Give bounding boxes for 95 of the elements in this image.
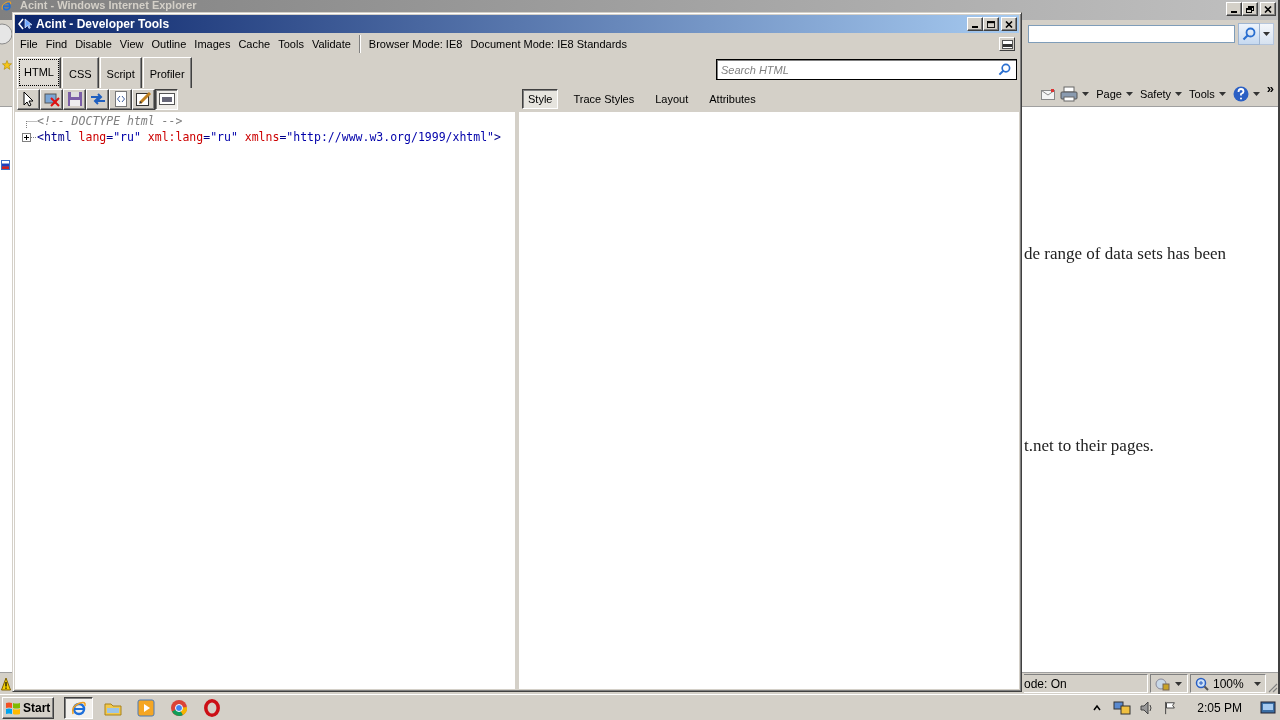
menu-item[interactable]: Validate [307,35,355,53]
printer-icon [1060,86,1079,102]
menu-item[interactable]: File [16,35,42,53]
restore-icon [1246,5,1254,13]
menu-item[interactable]: Disable [71,35,116,53]
arrow-cursor-icon [18,18,32,30]
menu-item[interactable]: Find [41,35,72,53]
page-code-icon [112,91,129,107]
restore-button[interactable] [1242,2,1258,16]
network-icon[interactable] [1113,699,1132,716]
search-icon[interactable] [998,63,1011,76]
zoom-icon [1195,676,1209,691]
caret-icon [1175,681,1182,686]
pane-tab[interactable]: Trace Styles [567,89,641,109]
desktop-icon[interactable] [1260,699,1276,716]
page-text: de range of data sets has been [1024,244,1227,264]
tree-connector-icon [26,121,37,129]
warning-icon [1,676,11,691]
minimize-button[interactable] [1226,2,1242,16]
menu-item[interactable]: Outline [147,35,191,53]
protected-mode-text: ode: On [1024,676,1067,691]
tab[interactable]: Profiler [142,57,192,88]
pencil-icon [135,91,152,107]
caret-icon [1175,92,1183,96]
menu-item[interactable]: Images [190,35,235,53]
search-field[interactable]: Search HTML [716,59,1017,80]
caret-icon [1263,32,1270,36]
flag-icon[interactable] [1163,700,1178,715]
window-icon [158,91,175,107]
more-button[interactable]: » [1264,82,1276,96]
refresh-button[interactable] [86,88,109,110]
image-cross-icon [43,91,60,107]
ring-icon[interactable] [203,698,221,717]
pane-tab[interactable]: Attributes [703,89,762,109]
windows-flag-icon [5,700,21,715]
star-icon[interactable] [2,60,12,70]
pane-tab[interactable]: Layout [649,89,695,109]
menu-item[interactable]: View [115,35,148,53]
page-text: t.net to their pages. [1024,436,1154,456]
command-menu[interactable]: Tools [1187,84,1228,104]
tab[interactable]: Script [99,57,142,88]
media-player-icon[interactable] [137,698,155,717]
browser-logo-icon [69,699,88,716]
globe-lock-icon [1155,675,1171,692]
caret-icon [1252,92,1260,96]
caret-icon [1254,681,1261,686]
maximize-icon [987,20,995,28]
print-button[interactable] [1058,84,1092,104]
search-button[interactable] [1238,23,1260,45]
close-icon [1264,5,1272,13]
close-button[interactable] [1001,17,1017,31]
pane-tab[interactable]: Style [522,89,559,109]
search-icon [1242,27,1256,41]
search-options-button[interactable] [1260,23,1274,45]
view-source-button[interactable] [109,88,132,110]
tab[interactable]: CSS [61,57,99,88]
taskbar-button[interactable] [64,696,93,719]
expand-icon[interactable] [22,132,37,142]
select-element-button[interactable] [17,88,40,110]
maximize-button[interactable] [983,17,999,31]
back-button[interactable] [0,23,12,45]
mode-menu[interactable]: Document Mode: IE8 Standards [466,35,631,53]
edit-button[interactable] [132,88,155,110]
word-wrap-button[interactable] [155,88,178,110]
close-button[interactable] [1260,2,1276,16]
close-icon [1005,20,1013,28]
caret-icon [1082,92,1090,96]
save-button[interactable] [63,88,86,110]
browser-logo-icon [1,0,12,11]
clear-button[interactable] [40,88,63,110]
mail-icon[interactable] [1041,87,1056,101]
html-tag-text[interactable]: <html lang="ru" xml:lang="ru" xmlns="http://www.w3.org/1999/xhtml"> [37,130,501,144]
window-title: Acint - Developer Tools [36,17,170,31]
minimize-button[interactable] [967,17,983,31]
command-menu[interactable]: Page [1094,84,1135,104]
caret-icon [1218,92,1226,96]
resize-grip-icon[interactable] [1266,681,1278,693]
start-button[interactable]: Start [2,696,54,719]
menu-item[interactable]: Cache [234,35,275,53]
clock-text: 2:05 PM [1197,700,1242,715]
code-comment: <!-- DOCTYPE html --> [37,114,183,128]
search-field[interactable] [1028,25,1235,43]
dock-button[interactable] [999,37,1015,51]
mode-menu[interactable]: Browser Mode: IE8 [364,35,467,53]
zoom-button[interactable]: 100% [1190,674,1266,693]
command-menu[interactable]: Safety [1137,84,1185,104]
caret-icon [1125,92,1133,96]
window-bar-icon [1001,39,1013,49]
menu-item[interactable]: Tools [274,35,308,53]
refresh-icon [89,91,106,107]
browser-window-title: Acint - Windows Internet Explorer [20,0,197,11]
help-icon [1232,86,1249,102]
round-logo-icon[interactable] [170,698,188,717]
security-button[interactable] [1150,674,1188,693]
tab[interactable]: HTML [17,57,61,88]
